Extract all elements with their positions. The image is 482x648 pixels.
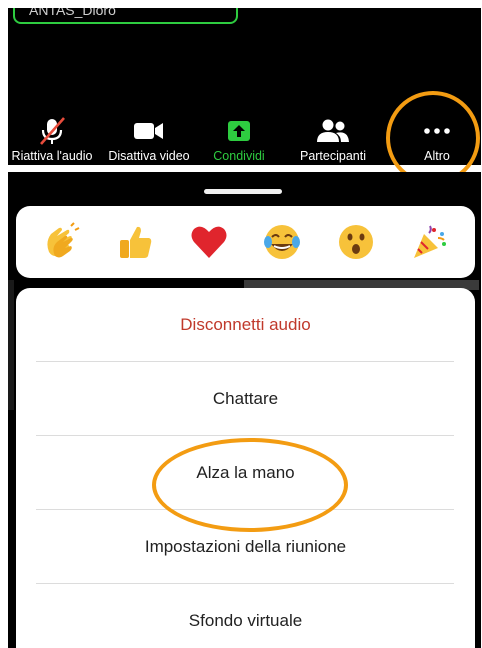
more-menu-panel: Disconnetti audio Chattare Alza la mano … (8, 172, 481, 648)
microphone-muted-icon (8, 117, 98, 145)
video-tile-edge (8, 280, 14, 410)
stop-video-button[interactable]: Disattiva video (96, 111, 202, 165)
participants-button[interactable]: Partecipanti (286, 111, 380, 165)
stop-video-label: Disattiva video (108, 149, 190, 163)
menu-item-label: Impostazioni della riunione (144, 536, 347, 556)
participants-label: Partecipanti (299, 149, 366, 163)
more-menu: Disconnetti audio Chattare Alza la mano … (16, 288, 475, 648)
reactions-bar (16, 206, 475, 278)
menu-item-meeting-settings[interactable]: Impostazioni della riunione (16, 510, 475, 583)
participant-name-tag: ANTAS_Dioro (13, 8, 238, 24)
menu-item-label: Disconnetti audio (180, 314, 311, 334)
unmute-audio-button[interactable]: Riattiva l'audio (8, 111, 98, 165)
share-button[interactable]: Condividi (200, 111, 278, 165)
more-label: Altro (424, 149, 450, 163)
share-label: Condividi (213, 149, 265, 163)
meeting-toolbar: Riattiva l'audio Disattiva video Condivi… (8, 111, 481, 165)
participants-icon (286, 117, 380, 145)
red-heart-icon[interactable] (187, 220, 231, 264)
menu-item-label: Alza la mano (196, 462, 295, 482)
video-camera-icon (96, 117, 202, 145)
party-popper-icon[interactable] (408, 220, 452, 264)
more-button[interactable]: Altro (402, 111, 472, 165)
menu-item-chat[interactable]: Chattare (16, 362, 475, 435)
more-dots-icon (402, 117, 472, 145)
menu-item-label: Sfondo virtuale (188, 610, 303, 630)
clapping-hands-icon[interactable] (39, 220, 83, 264)
menu-item-raise-hand[interactable]: Alza la mano (16, 436, 475, 509)
thumbs-up-icon[interactable] (113, 220, 157, 264)
menu-item-label: Chattare (212, 388, 279, 408)
surprised-face-icon[interactable] (334, 220, 378, 264)
unmute-audio-label: Riattiva l'audio (11, 149, 93, 163)
tears-of-joy-icon[interactable] (260, 220, 304, 264)
meeting-toolbar-panel: ANTAS_Dioro Riattiva l'audio Disattiva v… (8, 8, 481, 165)
share-screen-icon (200, 117, 278, 145)
menu-item-disconnect-audio[interactable]: Disconnetti audio (16, 288, 475, 361)
participant-name: ANTAS_Dioro (29, 8, 116, 18)
drag-handle[interactable] (204, 189, 282, 194)
menu-item-virtual-background[interactable]: Sfondo virtuale (16, 584, 475, 648)
